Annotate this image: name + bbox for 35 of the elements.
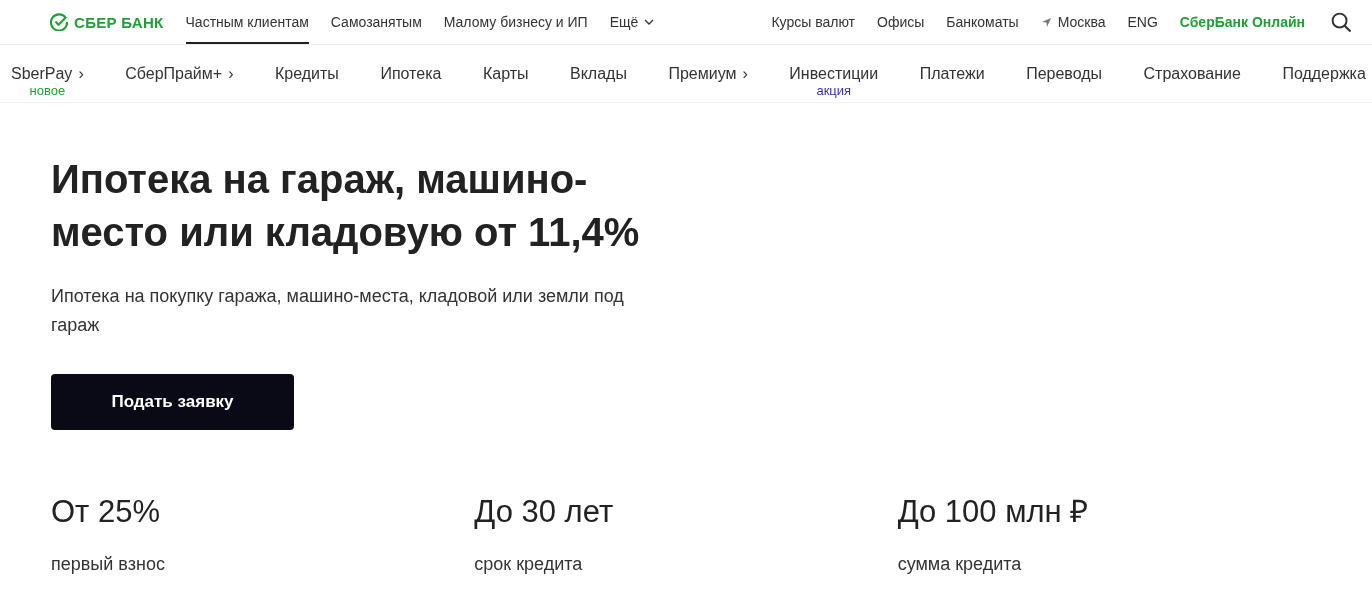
stat-value: До 30 лет	[474, 493, 615, 531]
menu-item[interactable]: SberPay ›	[11, 64, 84, 83]
logo-icon	[50, 13, 68, 31]
stat-value: До 100 млн ₽	[897, 493, 1090, 531]
search-icon[interactable]	[1331, 11, 1352, 33]
menu-item[interactable]: Кредиты	[275, 64, 339, 83]
header-link[interactable]: ENG	[1127, 14, 1158, 30]
menu-item[interactable]: Переводы	[1026, 64, 1103, 83]
header-link[interactable]: Курсы валют	[771, 14, 855, 30]
page-title: Ипотека на гараж, машино-место или кладовую от 11,4%	[51, 156, 641, 256]
stat-label: сумма кредита	[897, 554, 1023, 575]
menu-item[interactable]: Карты	[482, 64, 529, 83]
stat-label: срок кредита	[474, 554, 584, 575]
header-link[interactable]: Банкоматы	[946, 14, 1019, 30]
apply-button[interactable]: Подать заявку	[51, 374, 294, 430]
menu-item[interactable]: Вклады	[570, 64, 627, 83]
header-link[interactable]: Офисы	[877, 14, 925, 30]
menu-tag-label: акция	[816, 82, 852, 98]
stat-value: От 25%	[51, 493, 161, 531]
menu-item[interactable]: Ипотека	[380, 64, 442, 83]
menu-item[interactable]: Поддержка	[1282, 64, 1366, 83]
menu-tag-label: новое	[29, 82, 66, 98]
menu-item[interactable]: Страхование	[1143, 64, 1241, 83]
stat-label: первый взнос	[51, 554, 166, 575]
nav-tab[interactable]: Частным клиентам	[185, 0, 309, 44]
menu-item[interactable]: СберПрайм+ ›	[125, 64, 234, 83]
nav-tab[interactable]: Малому бизнесу и ИП	[443, 0, 588, 44]
location-arrow-icon	[1040, 16, 1052, 28]
page-subtitle: Ипотека на покупку гаража, машино-места, кладовой или земли под гараж	[51, 285, 625, 337]
location-link[interactable]: Москва	[1040, 14, 1106, 30]
nav-tab[interactable]: Самозанятым	[330, 0, 422, 44]
menu-item[interactable]: Инвестиции	[789, 64, 879, 83]
nav-tab[interactable]: Ещё	[609, 0, 655, 44]
menu-item[interactable]: Платежи	[919, 64, 985, 83]
menu-item[interactable]: Премиум ›	[668, 64, 748, 83]
